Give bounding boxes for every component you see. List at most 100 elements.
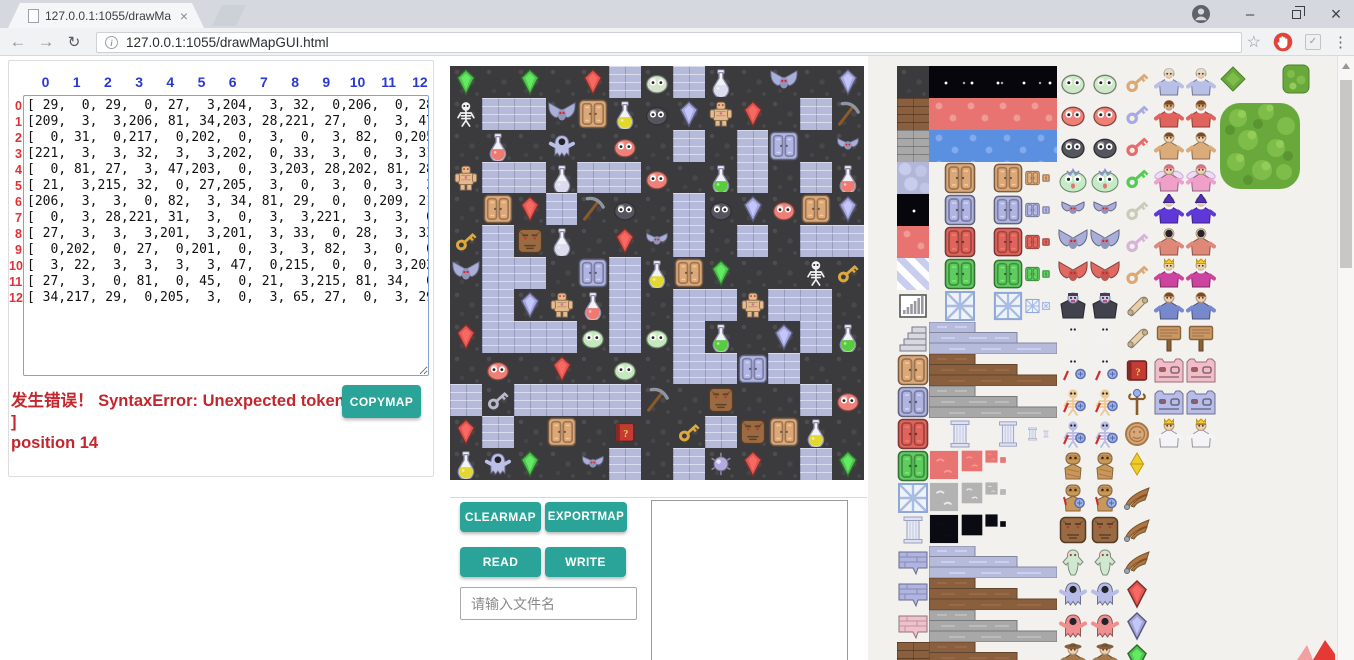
map-tile-floor[interactable]: [641, 289, 673, 321]
map-tile-door-wood[interactable]: [482, 193, 514, 225]
palette-wall-steps[interactable]: [929, 322, 1057, 354]
palette-skelwarrior[interactable]: [1089, 418, 1121, 450]
map-tile-wall[interactable]: [768, 353, 800, 385]
map-tile-wall[interactable]: [609, 66, 641, 98]
palette-door[interactable]: [1042, 162, 1050, 194]
palette-shrink-door[interactable]: [929, 194, 1057, 226]
palette-shrink-swatch[interactable]: [929, 514, 1057, 546]
map-tile-gem-green[interactable]: [514, 66, 546, 98]
palette-texture-pillar[interactable]: [897, 514, 929, 546]
palette-mummyshield[interactable]: [1089, 482, 1121, 514]
map-tile-floor[interactable]: [450, 289, 482, 321]
palette-shrink-swatch[interactable]: [929, 482, 1057, 514]
map-tile-door-wood[interactable]: [673, 257, 705, 289]
map-tile-door-wood[interactable]: [800, 193, 832, 225]
palette-texture-diag[interactable]: [897, 258, 929, 290]
filename-input[interactable]: [460, 587, 637, 620]
map-tile-key-silver[interactable]: [482, 384, 514, 416]
palette-door[interactable]: [993, 258, 1023, 290]
palette-key[interactable]: [1121, 130, 1153, 162]
palette-facewall[interactable]: [1185, 386, 1217, 418]
palette-shrink-pillar[interactable]: [929, 418, 1057, 450]
palette-prince[interactable]: [1153, 290, 1185, 322]
map-tile-wall[interactable]: [737, 225, 769, 257]
palette-texture-door[interactable]: [897, 418, 929, 450]
palette-texture-red[interactable]: [897, 226, 929, 258]
write-button[interactable]: WRITE: [545, 547, 626, 577]
palette-vampire[interactable]: [1089, 290, 1121, 322]
palette-monk[interactable]: [1185, 226, 1217, 258]
palette-texture-brown[interactable]: [897, 98, 929, 130]
map-tile-floor[interactable]: [673, 384, 705, 416]
map-tile-gem-red[interactable]: [514, 193, 546, 225]
map-matrix-textarea[interactable]: [23, 95, 429, 376]
map-tile-floor[interactable]: [546, 66, 578, 98]
map-tile-flask-silver[interactable]: [546, 162, 578, 194]
map-tile-door-purple[interactable]: [577, 257, 609, 289]
map-tile-book-red[interactable]: ?: [609, 416, 641, 448]
palette-scroll[interactable]: [1121, 322, 1153, 354]
map-tile-floor[interactable]: [737, 384, 769, 416]
map-tile-gem-blue[interactable]: [673, 98, 705, 130]
map-tile-wall[interactable]: [546, 321, 578, 353]
map-tile-flask-red[interactable]: [482, 130, 514, 162]
palette-wizard[interactable]: [1153, 194, 1185, 226]
palette-book[interactable]: ?: [1121, 354, 1153, 386]
new-tab-button[interactable]: [212, 5, 246, 26]
tile-palette[interactable]: ?: [897, 66, 1217, 660]
palette-swatch[interactable]: [961, 514, 983, 536]
map-tile-flask-red[interactable]: [577, 289, 609, 321]
map-tile-floor[interactable]: [800, 353, 832, 385]
palette-door[interactable]: [929, 194, 991, 226]
palette-texture-grey[interactable]: [897, 130, 929, 162]
map-tile-wall[interactable]: [609, 321, 641, 353]
palette-facewall[interactable]: [1185, 354, 1217, 386]
map-tile-key-gold[interactable]: [673, 416, 705, 448]
map-tile-wall[interactable]: [673, 193, 705, 225]
map-tile-floor[interactable]: [450, 193, 482, 225]
palette-bigslime[interactable]: [1089, 162, 1121, 194]
palette-medallion[interactable]: [1121, 418, 1153, 450]
map-tile-bat-small[interactable]: [641, 225, 673, 257]
palette-texture-lavcob[interactable]: [897, 162, 929, 194]
map-tile-gem-red[interactable]: [546, 353, 578, 385]
map-tile-floor[interactable]: [577, 353, 609, 385]
map-tile-floor[interactable]: [673, 162, 705, 194]
map-tile-wall[interactable]: [482, 289, 514, 321]
palette-stoneface[interactable]: [1057, 514, 1089, 546]
map-tile-gem-red[interactable]: [737, 98, 769, 130]
map-tile-wall[interactable]: [768, 289, 800, 321]
map-tile-wall[interactable]: [482, 416, 514, 448]
palette-swatch[interactable]: [1000, 450, 1006, 456]
map-tile-gem-blue[interactable]: [832, 66, 864, 98]
map-tile-wall[interactable]: [482, 257, 514, 289]
palette-swatch[interactable]: [961, 482, 983, 504]
palette-wall-steps[interactable]: [929, 642, 1057, 660]
palette-slime[interactable]: [1057, 130, 1089, 162]
map-tile-wall[interactable]: [673, 321, 705, 353]
map-tile-floor[interactable]: [737, 257, 769, 289]
copymap-button[interactable]: COPYMAP: [342, 385, 421, 418]
palette-pillar[interactable]: [993, 418, 1023, 450]
palette-texture-door[interactable]: [897, 354, 929, 386]
map-tile-slime-red[interactable]: [641, 162, 673, 194]
map-tile-pickaxe[interactable]: [832, 98, 864, 130]
palette-door[interactable]: [929, 226, 991, 258]
map-tile-wall[interactable]: [577, 162, 609, 194]
map-tile-floor[interactable]: [514, 353, 546, 385]
profile-icon[interactable]: [1188, 0, 1214, 28]
map-tile-wall[interactable]: [737, 130, 769, 162]
map-tile-bat-big[interactable]: [546, 98, 578, 130]
palette-sign[interactable]: [1185, 322, 1217, 354]
palette-barbarian[interactable]: [1153, 130, 1185, 162]
map-tile-muscle-man[interactable]: [705, 98, 737, 130]
palette-ghost[interactable]: [1057, 578, 1089, 610]
map-tile-floor[interactable]: [577, 225, 609, 257]
map-tile-skeleton[interactable]: [800, 257, 832, 289]
palette-bigbat[interactable]: [1089, 258, 1121, 290]
map-tile-floor[interactable]: [705, 130, 737, 162]
checkbox-extension-icon[interactable]: ✓: [1305, 34, 1321, 50]
map-tile-wall[interactable]: [609, 448, 641, 480]
palette-ghost[interactable]: [1089, 610, 1121, 642]
palette-shrink-door[interactable]: [929, 226, 1057, 258]
